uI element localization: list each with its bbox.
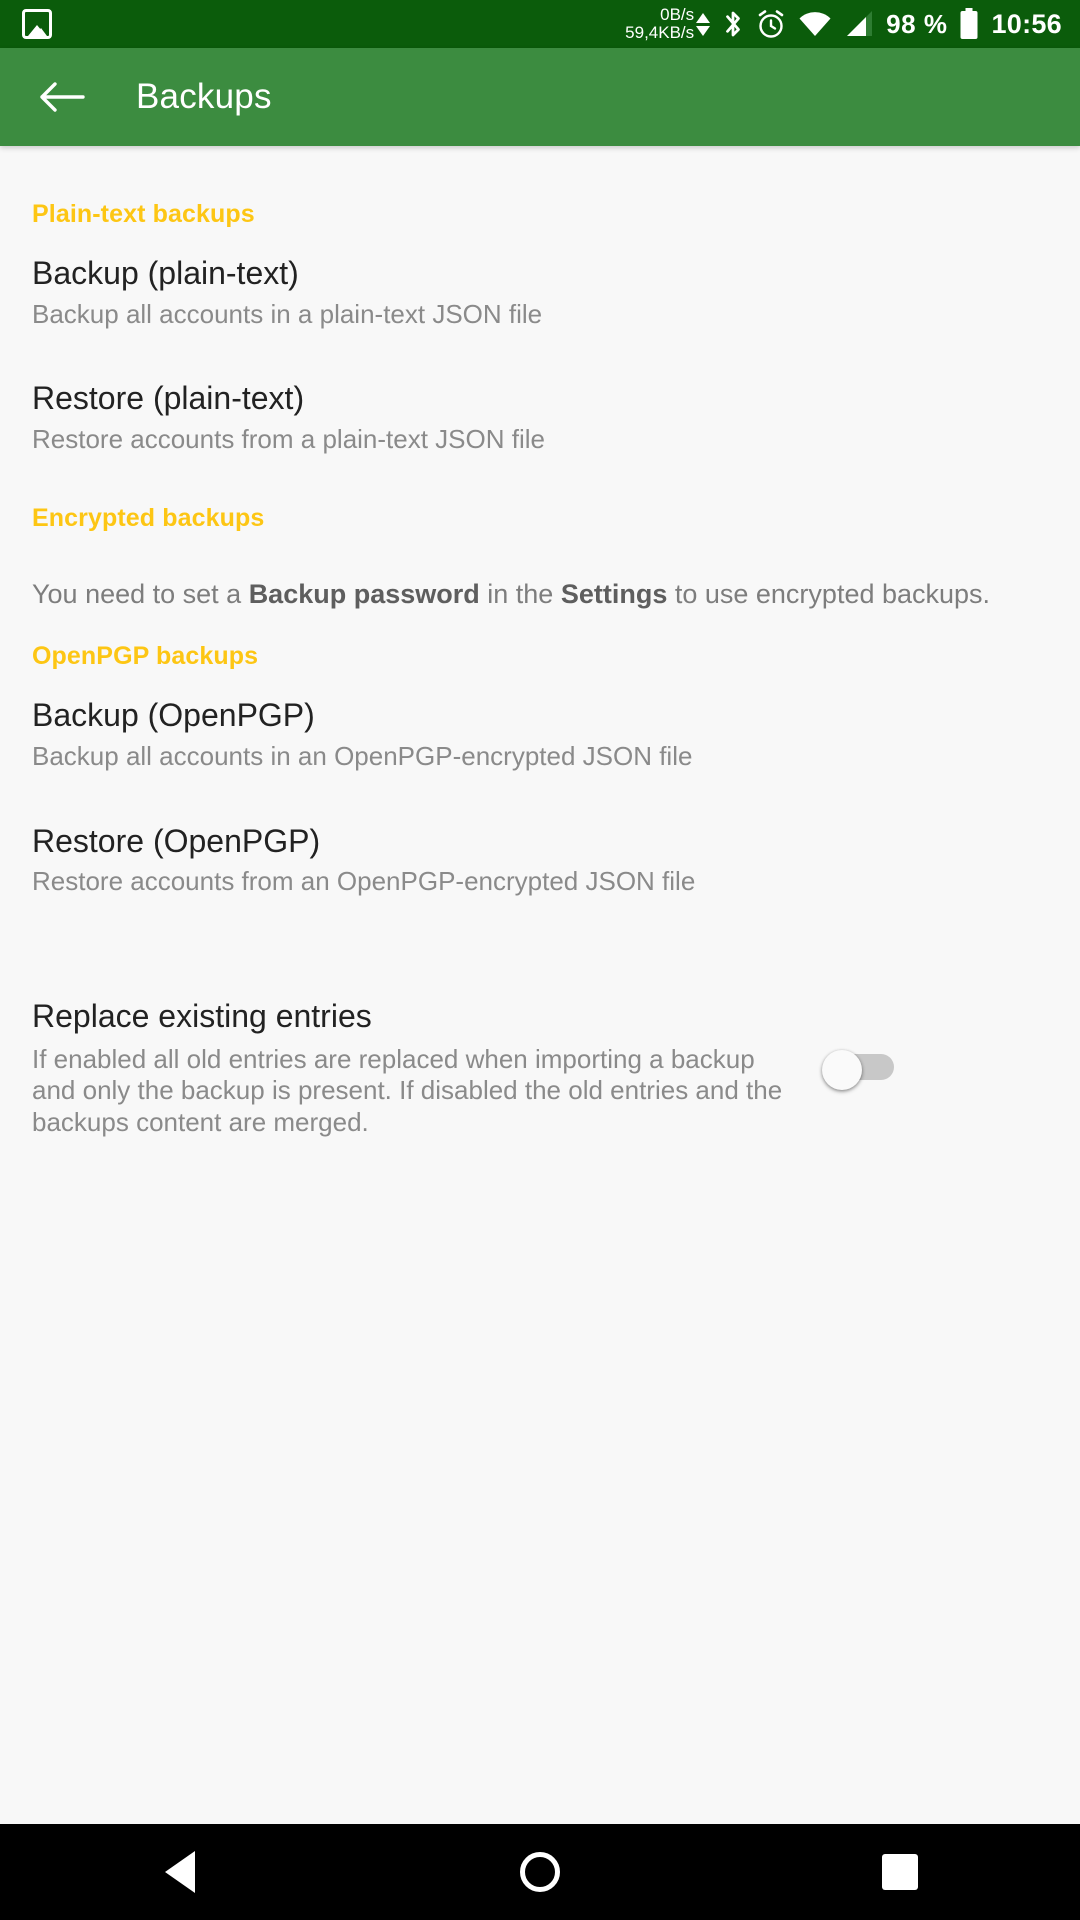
page-title: Backups [136,77,272,116]
pref-summary: Backup all accounts in an OpenPGP-encryp… [32,740,693,771]
phone-screen: 0B/s 59,4KB/s 98 % 10:56 Backups Plain-t… [0,0,1080,1920]
nav-home-button[interactable] [470,1824,610,1920]
nav-back-triangle-icon [165,1851,195,1893]
info-text-part-2: in the [479,578,561,609]
pref-backup-openpgp[interactable]: Backup (OpenPGP) Backup all accounts in … [0,671,1080,796]
pref-title: Backup (plain-text) [32,255,299,291]
arrow-left-icon [40,82,85,112]
status-bar-system-icons: 0B/s 59,4KB/s 98 % 10:56 [625,6,1062,42]
switch-row-text: Replace existing entries If enabled all … [32,998,822,1139]
encrypted-backups-info-text: You need to set a Backup password in the… [0,533,1080,618]
app-bar: Backups [0,48,1080,146]
info-text-part-1: You need to set a [32,578,249,609]
pref-backup-plain-text[interactable]: Backup (plain-text) Backup all accounts … [0,229,1080,354]
pref-title: Replace existing entries [32,997,372,1034]
cell-signal-icon [847,11,873,36]
nav-home-circle-icon [520,1852,560,1892]
status-bar: 0B/s 59,4KB/s 98 % 10:56 [0,0,1080,48]
pref-restore-plain-text[interactable]: Restore (plain-text) Restore accounts fr… [0,354,1080,479]
info-text-part-3: to use encrypted backups. [667,578,991,609]
nav-recents-square-icon [882,1854,918,1890]
battery-full-icon [960,8,978,39]
pref-replace-existing-entries[interactable]: Replace existing entries If enabled all … [0,970,1080,1163]
section-header-plain-text: Plain-text backups [32,200,255,228]
pref-title: Restore (OpenPGP) [32,822,321,859]
navigation-bar [0,1824,1080,1920]
wifi-icon [799,12,831,36]
info-text-bold-backup-password: Backup password [248,578,480,609]
nav-recents-button[interactable] [830,1824,970,1920]
pref-summary: Restore accounts from a plain-text JSON … [32,424,545,455]
photo-icon [22,9,52,39]
bluetooth-icon [726,11,741,37]
settings-list[interactable]: Plain-text backups Backup (plain-text) B… [0,146,1080,1824]
replace-existing-entries-toggle[interactable] [822,1049,898,1090]
network-speed-up-label: 0B/s [660,5,695,25]
pref-title: Backup (OpenPGP) [32,697,315,734]
network-speed-indicator: 0B/s 59,4KB/s [625,5,711,42]
section-header-openpgp: OpenPGP backups [32,642,259,671]
arrow-up-icon [696,12,711,23]
pref-restore-openpgp[interactable]: Restore (OpenPGP) Restore accounts from … [0,797,1080,922]
section-header-encrypted: Encrypted backups [32,503,265,532]
nav-back-button[interactable] [110,1824,250,1920]
info-text-bold-settings: Settings [560,578,668,609]
alarm-clock-icon [758,10,784,38]
toggle-thumb [822,1049,862,1090]
pref-summary: Restore accounts from an OpenPGP-encrypt… [32,866,696,897]
status-bar-clock: 10:56 [991,8,1062,39]
pref-summary: Backup all accounts in a plain-text JSON… [32,298,543,329]
status-bar-notifications [22,9,52,39]
back-button[interactable] [30,65,94,129]
battery-percentage-label: 98 % [886,8,948,39]
pref-summary: If enabled all old entries are replaced … [32,1043,783,1138]
arrow-down-icon [696,25,711,36]
network-speed-down-label: 59,4KB/s [625,23,695,42]
pref-title: Restore (plain-text) [32,380,305,417]
